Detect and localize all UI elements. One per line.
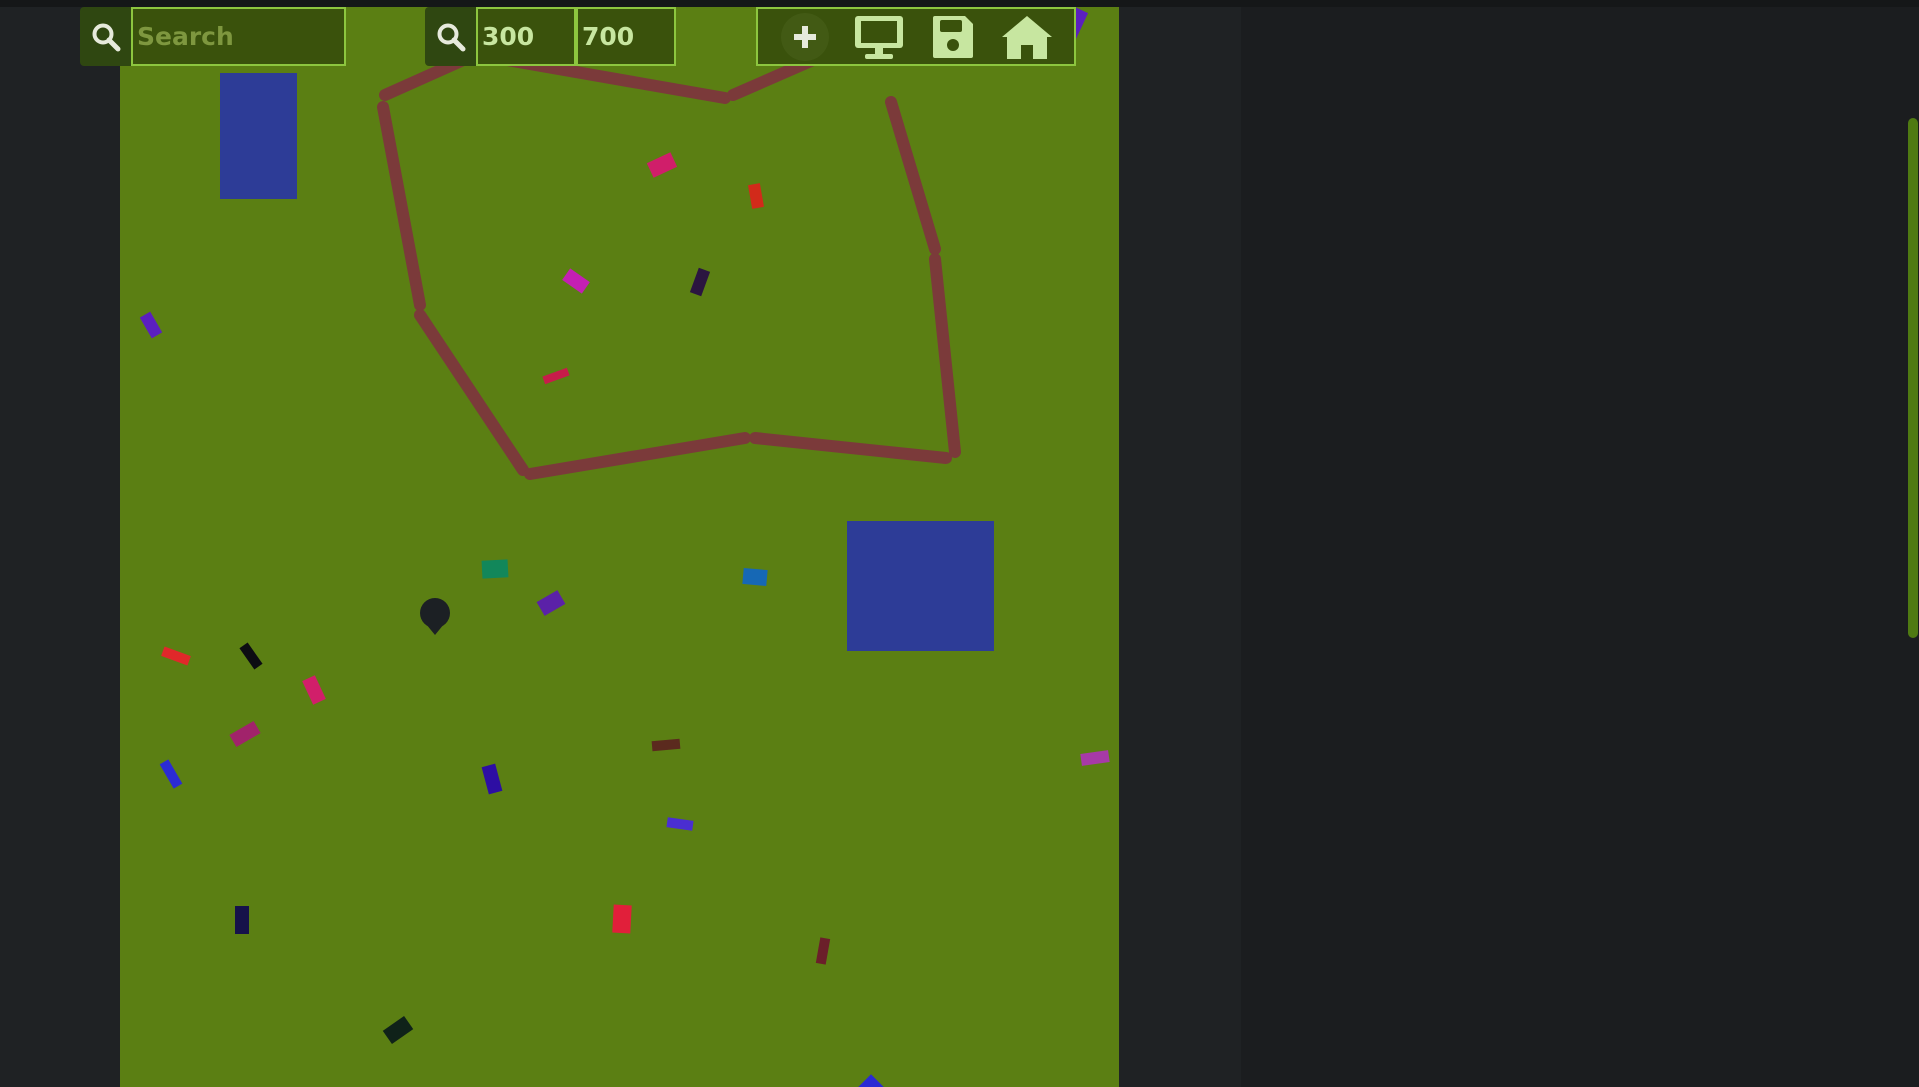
unit-marker[interactable] [1080,750,1110,766]
unit-marker[interactable] [382,1015,414,1045]
unit-marker[interactable] [666,817,694,831]
wall-segment [377,101,426,311]
water-pool [220,73,297,199]
monitor-icon [855,15,903,59]
unit-marker[interactable] [651,738,681,752]
wall-segment [929,253,961,458]
unit-marker[interactable] [542,367,570,385]
unit-marker[interactable] [612,904,632,934]
unit-marker[interactable] [481,559,509,579]
water-pool [847,521,994,651]
wall-segment [885,96,941,255]
unit-marker[interactable] [815,937,831,965]
coordinate-group [425,7,676,66]
wall-segment [414,309,529,476]
scrollbar-thumb[interactable] [1908,118,1918,638]
wall-segment [524,432,751,480]
side-gap [1119,7,1241,1087]
display-button[interactable] [851,11,907,63]
unit-marker[interactable] [481,763,503,795]
coordinate-x-input[interactable] [476,7,576,66]
unit-marker[interactable] [302,675,326,705]
unit-marker[interactable] [161,646,191,666]
unit-marker[interactable] [139,311,163,339]
map-pin-icon[interactable] [420,598,450,635]
window-top-strip [0,0,1919,7]
unit-marker[interactable] [748,183,764,209]
search-group [80,7,346,66]
unit-marker[interactable] [562,268,590,294]
add-button[interactable] [777,11,833,63]
map-layer [139,7,1110,1087]
right-panel [1241,7,1907,1087]
tool-group [756,7,1076,66]
unit-marker[interactable] [858,1074,884,1087]
unit-marker[interactable] [239,642,263,670]
unit-marker[interactable] [689,267,711,297]
home-icon [1002,15,1052,59]
unit-marker[interactable] [229,720,261,748]
plus-icon [781,12,829,61]
home-button[interactable] [999,11,1055,63]
game-map[interactable] [120,7,1119,1087]
unit-marker[interactable] [646,152,678,178]
unit-marker[interactable] [742,567,768,587]
save-button[interactable] [925,11,981,63]
wall-segment [749,432,952,464]
unit-marker[interactable] [536,590,566,616]
search-input[interactable] [131,7,346,66]
locate-search-icon[interactable] [425,7,476,66]
unit-marker[interactable] [235,906,249,934]
save-icon [933,15,973,58]
coordinate-y-input[interactable] [576,7,676,66]
left-gutter [0,7,120,1087]
search-icon[interactable] [80,7,131,66]
unit-marker[interactable] [159,759,183,789]
